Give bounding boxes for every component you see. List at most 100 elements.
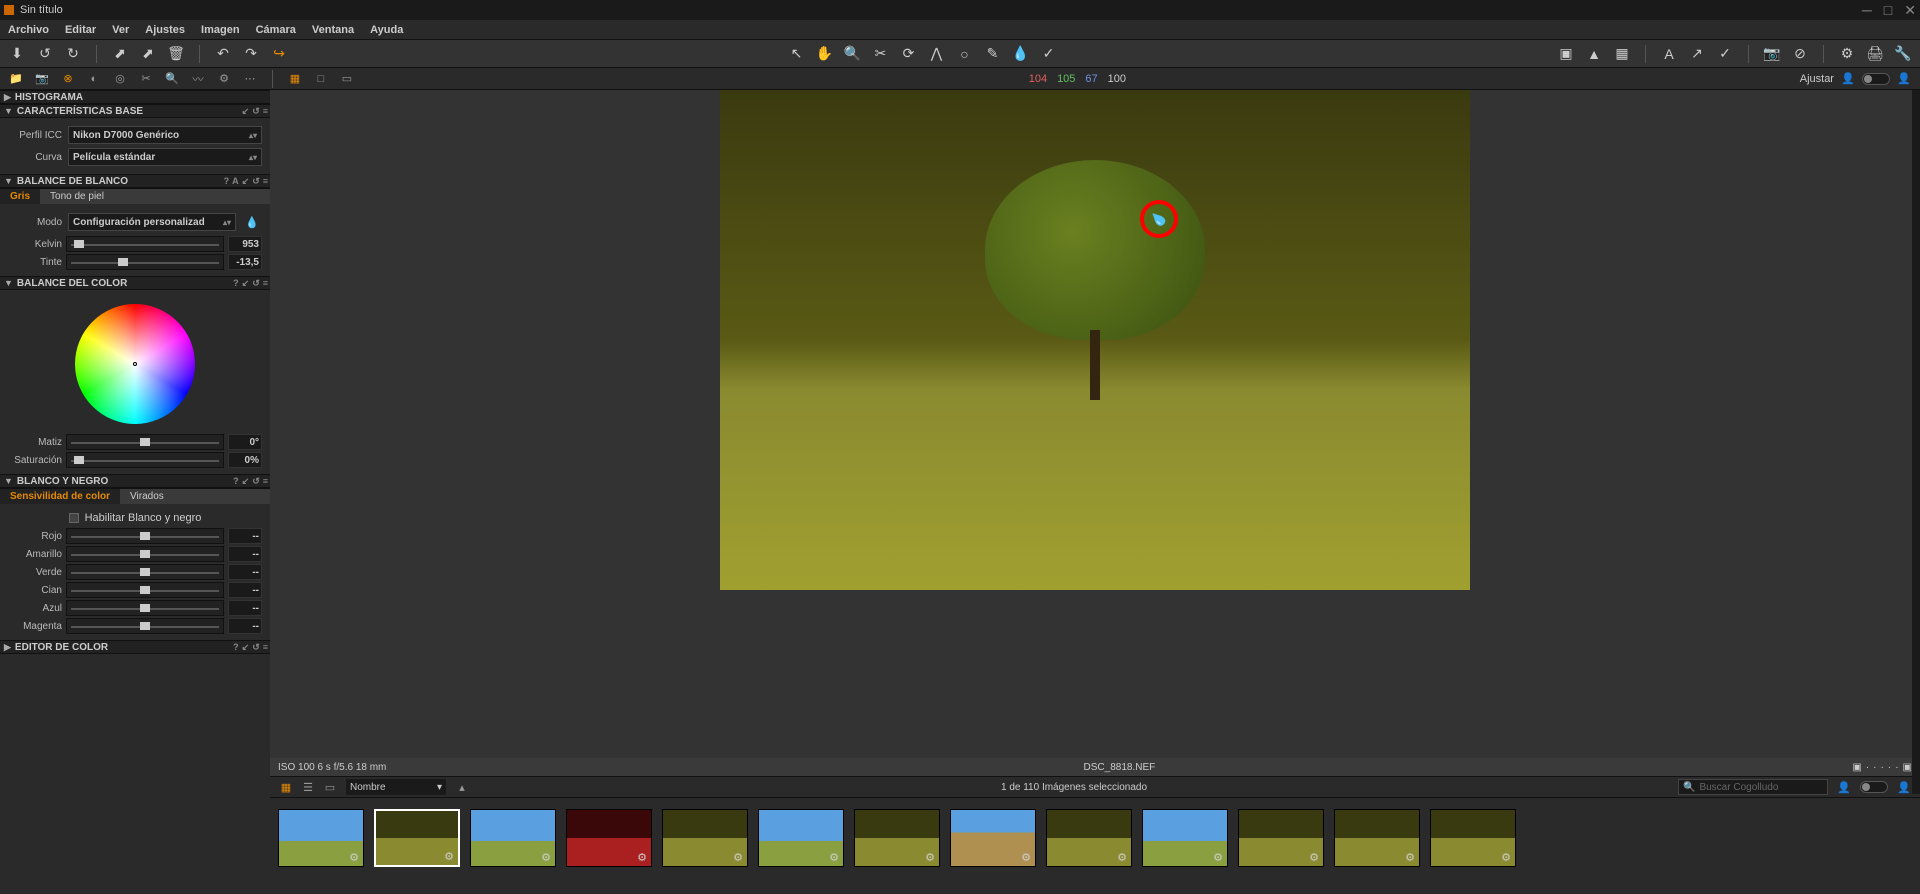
crop-sm-icon[interactable]: ✂ bbox=[138, 71, 154, 87]
user2-icon[interactable]: 👤 bbox=[1896, 71, 1912, 87]
arrow-icon[interactable]: ↗ bbox=[1688, 45, 1706, 63]
pan-icon[interactable]: ✋ bbox=[816, 45, 834, 63]
grid-view-icon[interactable]: ▦ bbox=[287, 71, 303, 87]
kelvin-value[interactable]: 953 bbox=[228, 236, 262, 252]
camera-sm-icon[interactable]: 📷 bbox=[34, 71, 50, 87]
eyedropper-icon[interactable]: 💧 bbox=[1012, 45, 1030, 63]
tab-toning[interactable]: Virados bbox=[120, 489, 174, 504]
thumbnail[interactable]: ⚙ bbox=[1142, 809, 1228, 867]
kelvin-slider[interactable] bbox=[66, 236, 224, 252]
user-icon[interactable]: 👤 bbox=[1840, 71, 1856, 87]
process-icon[interactable]: ⬈ bbox=[139, 45, 157, 63]
sort-select[interactable]: Nombre▾ bbox=[346, 779, 446, 795]
rotate-tool-icon[interactable]: ⟳ bbox=[900, 45, 918, 63]
sat-slider[interactable] bbox=[66, 452, 224, 468]
wb-eyedropper-icon[interactable]: 💧 bbox=[242, 212, 262, 232]
thumbnail[interactable]: ⚙ bbox=[566, 809, 652, 867]
bw-enable-checkbox[interactable] bbox=[69, 513, 79, 523]
gradient-icon[interactable]: ✓ bbox=[1040, 45, 1058, 63]
maximize-button[interactable]: □ bbox=[1884, 2, 1892, 19]
thumbnail[interactable]: ⚙ bbox=[1238, 809, 1324, 867]
thumbnail[interactable]: ⚙ bbox=[1430, 809, 1516, 867]
hue-slider[interactable] bbox=[66, 434, 224, 450]
sat-value[interactable]: 0% bbox=[228, 452, 262, 468]
spot-icon[interactable]: ○ bbox=[956, 45, 974, 63]
grid-icon[interactable]: ▦ bbox=[1613, 45, 1631, 63]
list-view-icon[interactable]: ☰ bbox=[300, 779, 316, 795]
wrench-icon[interactable]: 🔧 bbox=[1894, 45, 1912, 63]
text-icon[interactable]: A bbox=[1660, 45, 1678, 63]
tab-gray[interactable]: Gris bbox=[0, 189, 40, 204]
section-color-editor[interactable]: ▶ EDITOR DE COLOR ?↙↺≡ bbox=[0, 640, 270, 654]
zoom-icon[interactable]: 🔍 bbox=[844, 45, 862, 63]
right-panel-collapsed[interactable] bbox=[1912, 90, 1920, 794]
crop-icon[interactable]: ✂ bbox=[872, 45, 890, 63]
channel-value[interactable]: -- bbox=[228, 582, 262, 598]
search-icon[interactable]: 🔍 bbox=[164, 71, 180, 87]
mark-icon[interactable]: ✓ bbox=[1716, 45, 1734, 63]
brush-icon[interactable]: ✎ bbox=[984, 45, 1002, 63]
curve-select[interactable]: Película estándar▴▾ bbox=[68, 148, 262, 166]
thumbnail[interactable]: ⚙ bbox=[278, 809, 364, 867]
trash-icon[interactable]: 🗑 bbox=[167, 45, 185, 63]
channel-value[interactable]: -- bbox=[228, 600, 262, 616]
panel-icon[interactable]: ▭ bbox=[339, 71, 355, 87]
menu-ventana[interactable]: Ventana bbox=[312, 24, 354, 36]
thumbnail[interactable]: ⚙ bbox=[470, 809, 556, 867]
print-icon[interactable]: 🖨 bbox=[1866, 45, 1884, 63]
menu-ver[interactable]: Ver bbox=[112, 24, 129, 36]
tab-sensitivity[interactable]: Sensivilidad de color bbox=[0, 489, 120, 504]
rating-dots[interactable]: ▣·····▣ bbox=[1852, 762, 1912, 773]
channel-slider[interactable] bbox=[66, 618, 224, 634]
thumbnail[interactable]: ⚙ bbox=[1046, 809, 1132, 867]
thumbnail[interactable]: ⚙ bbox=[374, 809, 460, 867]
channel-slider[interactable] bbox=[66, 582, 224, 598]
tint-value[interactable]: -13,5 bbox=[228, 254, 262, 270]
thumbnail[interactable]: ⚙ bbox=[854, 809, 940, 867]
warning-icon[interactable]: ▲ bbox=[1585, 45, 1603, 63]
pointer-icon[interactable]: ↖ bbox=[788, 45, 806, 63]
exposure-icon[interactable]: ◐ bbox=[86, 71, 102, 87]
export-icon[interactable]: ⬈ bbox=[111, 45, 129, 63]
folder-icon[interactable]: 📁 bbox=[8, 71, 24, 87]
channel-value[interactable]: -- bbox=[228, 528, 262, 544]
lens-icon[interactable]: ◎ bbox=[112, 71, 128, 87]
image-viewport[interactable]: 💧 bbox=[270, 90, 1920, 758]
gear-sm-icon[interactable]: ⚙ bbox=[216, 71, 232, 87]
section-bw[interactable]: ▼ BLANCO Y NEGRO ?↙↺≡ bbox=[0, 474, 270, 488]
color-icon[interactable]: ⊗ bbox=[60, 71, 76, 87]
wb-mode-select[interactable]: Configuración personalizad▴▾ bbox=[68, 213, 236, 231]
camera-icon[interactable]: 📷 bbox=[1763, 45, 1781, 63]
tint-slider[interactable] bbox=[66, 254, 224, 270]
filter-user-icon[interactable]: 👤 bbox=[1836, 779, 1852, 795]
menu-editar[interactable]: Editar bbox=[65, 24, 96, 36]
denied-icon[interactable]: ⊘ bbox=[1791, 45, 1809, 63]
rotate-ccw-icon[interactable]: ↺ bbox=[36, 45, 54, 63]
single-view-icon[interactable]: □ bbox=[313, 71, 329, 87]
adjust-toggle[interactable] bbox=[1862, 73, 1890, 85]
undo-icon[interactable]: ↶ bbox=[214, 45, 232, 63]
thumbnail[interactable]: ⚙ bbox=[662, 809, 748, 867]
filter-user2-icon[interactable]: 👤 bbox=[1896, 779, 1912, 795]
channel-slider[interactable] bbox=[66, 528, 224, 544]
menu-camara[interactable]: Cámara bbox=[256, 24, 296, 36]
section-wb[interactable]: ▼ BALANCE DE BLANCO ?A↙↺≡ bbox=[0, 174, 270, 188]
menu-ayuda[interactable]: Ayuda bbox=[370, 24, 403, 36]
hue-value[interactable]: 0° bbox=[228, 434, 262, 450]
thumbnail[interactable]: ⚙ bbox=[950, 809, 1036, 867]
filter-toggle[interactable] bbox=[1860, 781, 1888, 793]
more-icon[interactable]: ⋯ bbox=[242, 71, 258, 87]
redo-icon[interactable]: ↷ bbox=[242, 45, 260, 63]
menu-imagen[interactable]: Imagen bbox=[201, 24, 240, 36]
channel-value[interactable]: -- bbox=[228, 564, 262, 580]
channel-slider[interactable] bbox=[66, 600, 224, 616]
sort-up-icon[interactable]: ▴ bbox=[454, 779, 470, 795]
grid-view-icon[interactable]: ▦ bbox=[278, 779, 294, 795]
channel-value[interactable]: -- bbox=[228, 546, 262, 562]
channel-slider[interactable] bbox=[66, 564, 224, 580]
close-button[interactable]: ✕ bbox=[1904, 2, 1916, 19]
section-color-balance[interactable]: ▼ BALANCE DEL COLOR ?↙↺≡ bbox=[0, 276, 270, 290]
color-wheel[interactable] bbox=[75, 304, 195, 424]
section-histogram[interactable]: ▶ HISTOGRAMA bbox=[0, 90, 270, 104]
channel-slider[interactable] bbox=[66, 546, 224, 562]
